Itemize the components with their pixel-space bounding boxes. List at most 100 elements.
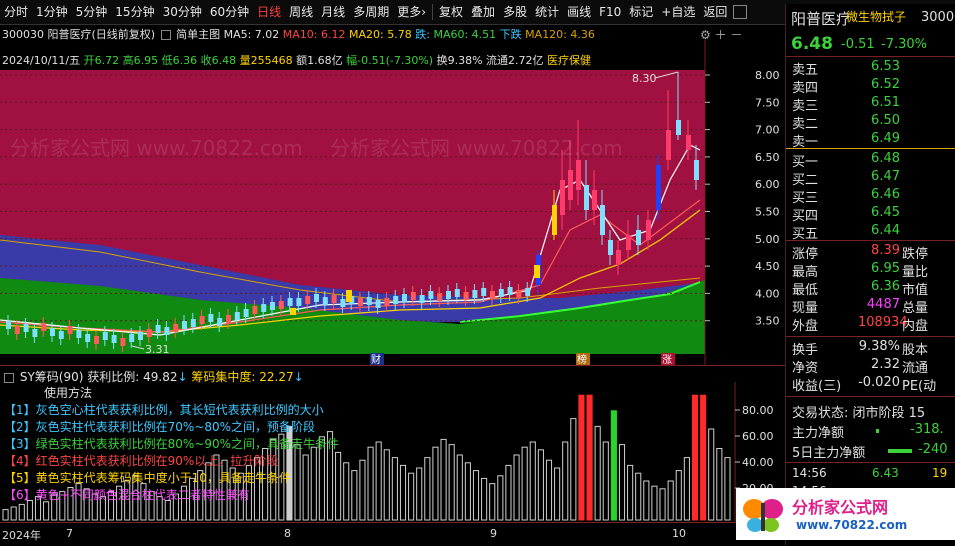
- chip-bar: [18, 503, 25, 521]
- quote-stat-right-label: 量比: [902, 265, 929, 280]
- price-tick: 4.50: [755, 260, 780, 273]
- badge-limit-up-text: 涨: [662, 354, 672, 365]
- multi-stock-button[interactable]: 多股: [499, 0, 531, 24]
- candle-body: [490, 291, 495, 299]
- statistics-button[interactable]: 统计: [531, 0, 563, 24]
- candle-body: [584, 185, 589, 210]
- chip-bar: [570, 418, 577, 521]
- candle-body: [190, 319, 196, 327]
- toolbar-divider: [432, 4, 434, 20]
- ask-level-value: 6.51: [871, 95, 900, 110]
- add-watchlist-button[interactable]: +自选: [657, 0, 699, 24]
- fundamental-stat-value: 9.38%: [858, 339, 900, 354]
- draw-line-button[interactable]: 画线: [563, 0, 595, 24]
- quote-stat: 涨停 8.39 跌停: [792, 243, 952, 262]
- candle-body: [290, 308, 296, 315]
- period-30min[interactable]: 30分钟: [159, 0, 206, 24]
- candle-body: [146, 329, 152, 337]
- period-1min[interactable]: 1分钟: [32, 0, 72, 24]
- bar-turnover: 换9.38%: [436, 54, 483, 67]
- period-5min[interactable]: 5分钟: [72, 0, 112, 24]
- candle-body: [287, 298, 293, 306]
- period-60min[interactable]: 60分钟: [206, 0, 253, 24]
- candle-body: [173, 324, 179, 332]
- price-tick: 4.00: [755, 287, 780, 300]
- time-label: 9: [490, 527, 497, 540]
- watermark: 分析家公式网 www.70822.com: [10, 136, 303, 160]
- trade-status: 交易状态: 闭市阶段 15: [792, 406, 926, 421]
- candle-body: [41, 323, 47, 331]
- period-15min[interactable]: 15分钟: [111, 0, 158, 24]
- chip-bar: [586, 394, 593, 521]
- chip-bar: [667, 480, 674, 521]
- candle-body: [525, 288, 531, 296]
- chip-bar: [424, 457, 431, 521]
- overlay-button[interactable]: 叠加: [467, 0, 499, 24]
- quote-stat-value: 8.39: [871, 243, 900, 258]
- period-intraday[interactable]: 分时: [0, 0, 32, 24]
- chip-bar: [700, 394, 707, 521]
- candle-body: [600, 205, 605, 235]
- fundamental-stat-label: 收益(三): [792, 379, 842, 394]
- candle-body: [120, 338, 126, 346]
- legend-line: 【1】灰色空心柱代表获利比例，其长短代表获利比例的大小: [4, 402, 339, 419]
- price-tick: 6.00: [755, 178, 780, 191]
- quote-stat-right-label: 总量: [902, 301, 929, 316]
- chip-bar: [651, 485, 658, 521]
- badge-finance-text: 财: [371, 353, 381, 365]
- fundamental-stat: 净资 2.32 流通: [792, 357, 952, 376]
- period-more-label: 更多: [397, 5, 422, 19]
- period-multi[interactable]: 多周期: [349, 0, 393, 24]
- concept-tag[interactable]: 微生物拭子: [846, 8, 906, 25]
- candle-body: [129, 334, 135, 342]
- watermark: 分析家公式网 www.70822.com: [330, 136, 623, 160]
- ask-level-value: 6.50: [871, 113, 900, 128]
- candle-body: [155, 325, 161, 333]
- grid-icon[interactable]: [160, 30, 171, 40]
- back-button[interactable]: 返回: [699, 0, 731, 24]
- candle-body: [208, 314, 214, 322]
- ask-level: 卖四 6.52: [792, 77, 952, 96]
- bid-level-value: 6.45: [871, 205, 900, 220]
- candle-body: [252, 306, 258, 314]
- price-chart[interactable]: 8.30 3.31 8.00 7.50 7.00 6.50 6.00 5.50 5.00 4.…: [0, 40, 785, 365]
- five-day-flow-bar: [888, 449, 912, 453]
- candle-body: [616, 250, 621, 265]
- candle-body: [656, 165, 661, 210]
- bid-level-label: 买三: [792, 191, 819, 206]
- chip-bar: [43, 501, 50, 521]
- quote-stat-label: 最高: [792, 265, 819, 280]
- candle-body: [534, 265, 540, 278]
- last-price: 6.48: [791, 34, 833, 54]
- price-change: -0.51: [841, 37, 875, 52]
- chip-bar: [359, 459, 366, 521]
- bar-close: 收6.48: [200, 54, 237, 67]
- period-more[interactable]: 更多›: [393, 0, 430, 24]
- candle-body: [454, 289, 460, 297]
- f10-button[interactable]: F10: [595, 0, 625, 24]
- adjust-button[interactable]: 复权: [435, 0, 467, 24]
- bid-level-value: 6.48: [871, 151, 900, 166]
- candle-body: [305, 296, 311, 304]
- usage-legend: 使用方法 【1】灰色空心柱代表获利比例，其长短代表获利比例的大小 【2】灰色实柱代…: [4, 385, 339, 504]
- legend-text: 黄色实柱代表筹码集中度小于10，具备走牛条件: [35, 471, 291, 485]
- main-net-flow: 主力净额 -318.: [792, 422, 944, 441]
- window-toggle-icon[interactable]: [733, 5, 748, 19]
- candle-body: [23, 324, 29, 332]
- bar-amount: 额1.68亿: [296, 54, 343, 67]
- five-day-net-flow: 5日主力净额 -240: [792, 442, 948, 461]
- candle-body: [419, 295, 425, 303]
- logo-title: 分析家公式网: [792, 498, 889, 517]
- mark-button[interactable]: 标记: [625, 0, 657, 24]
- period-monthly[interactable]: 月线: [317, 0, 349, 24]
- candle-body: [507, 287, 513, 295]
- quote-stat-value: 6.95: [871, 261, 900, 276]
- candle-body: [331, 295, 337, 303]
- chip-bar: [545, 459, 553, 521]
- indicator-menu-icon[interactable]: [4, 372, 14, 383]
- chip-bar: [554, 467, 561, 521]
- period-daily[interactable]: 日线: [253, 0, 285, 24]
- candle-body: [592, 190, 597, 210]
- period-weekly[interactable]: 周线: [285, 0, 317, 24]
- quote-stat-right-label: 市值: [902, 283, 929, 298]
